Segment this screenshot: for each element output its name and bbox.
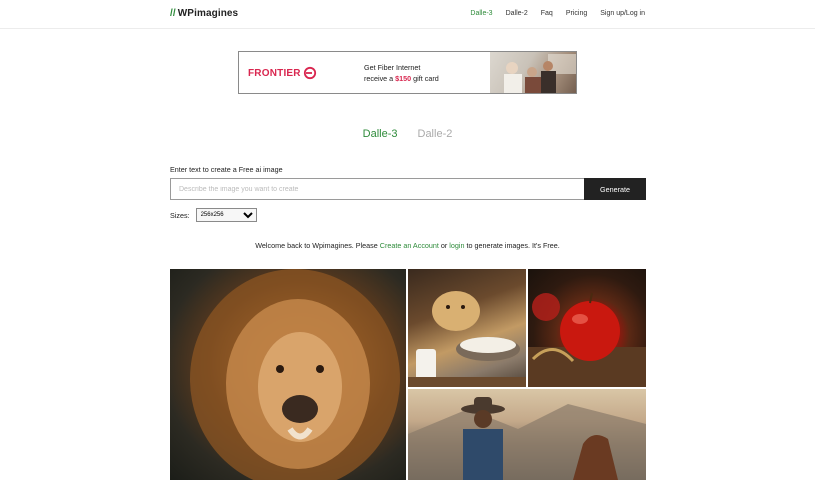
sizes-control: Sizes: 256x256 [170,208,257,222]
welcome-middle: or [438,241,450,250]
site-logo[interactable]: //WPimagines [170,8,238,19]
gallery-image-cheetah[interactable] [408,269,526,387]
welcome-suffix: to generate images. It's Free. [464,241,560,250]
logo-text: WPimagines [177,8,239,19]
prompt-form: Generate [170,178,646,200]
ad-family-photo [490,52,576,93]
nav-dalle2[interactable]: Dalle-2 [506,10,528,17]
nav-faq[interactable]: Faq [541,10,553,17]
logo-slash: // [170,8,176,19]
generate-button[interactable]: Generate [584,178,646,200]
ad-brand-logo: FRONTIER [248,66,317,80]
frontier-swirl-icon [303,66,316,80]
sizes-select[interactable]: 256x256 [195,208,257,222]
tab-dalle3[interactable]: Dalle-3 [363,128,398,140]
welcome-prefix: Welcome back to Wpimagines. Please [255,241,380,250]
ad-line2: receive a $150 gift card [364,73,439,84]
tab-dalle2[interactable]: Dalle-2 [418,128,453,140]
main-nav: Dalle-3 Dalle-2 Faq Pricing Sign up/Log … [470,10,645,17]
gallery-image-apple[interactable] [528,269,646,387]
create-account-link[interactable]: Create an Account [380,241,439,250]
top-navbar: //WPimagines Dalle-3 Dalle-2 Faq Pricing… [0,0,815,29]
image-gallery [170,269,646,480]
ad-gift-amount: $150 [395,74,412,83]
nav-pricing[interactable]: Pricing [566,10,587,17]
prompt-label: Enter text to create a Free ai image [170,165,283,174]
model-tabs: Dalle-3 Dalle-2 [0,128,815,140]
gallery-image-cowboy[interactable] [408,389,646,480]
ad-line2-prefix: receive a [364,74,396,83]
ad-copy: Get Fiber Internet receive a $150 gift c… [364,62,439,84]
welcome-message: Welcome back to Wpimagines. Please Creat… [0,241,815,250]
nav-dalle3[interactable]: Dalle-3 [470,10,492,17]
prompt-input[interactable] [170,178,584,200]
ad-line1: Get Fiber Internet [364,63,421,72]
gallery-image-lion[interactable] [170,269,406,480]
ad-line2-suffix: gift card [411,74,439,83]
ad-brand-text: FRONTIER [248,67,301,79]
nav-signup-login[interactable]: Sign up/Log in [600,10,645,17]
ad-banner[interactable]: FRONTIER Get Fiber Internet receive a $1… [238,51,577,94]
login-link[interactable]: login [449,241,464,250]
sizes-label: Sizes: [170,210,190,220]
